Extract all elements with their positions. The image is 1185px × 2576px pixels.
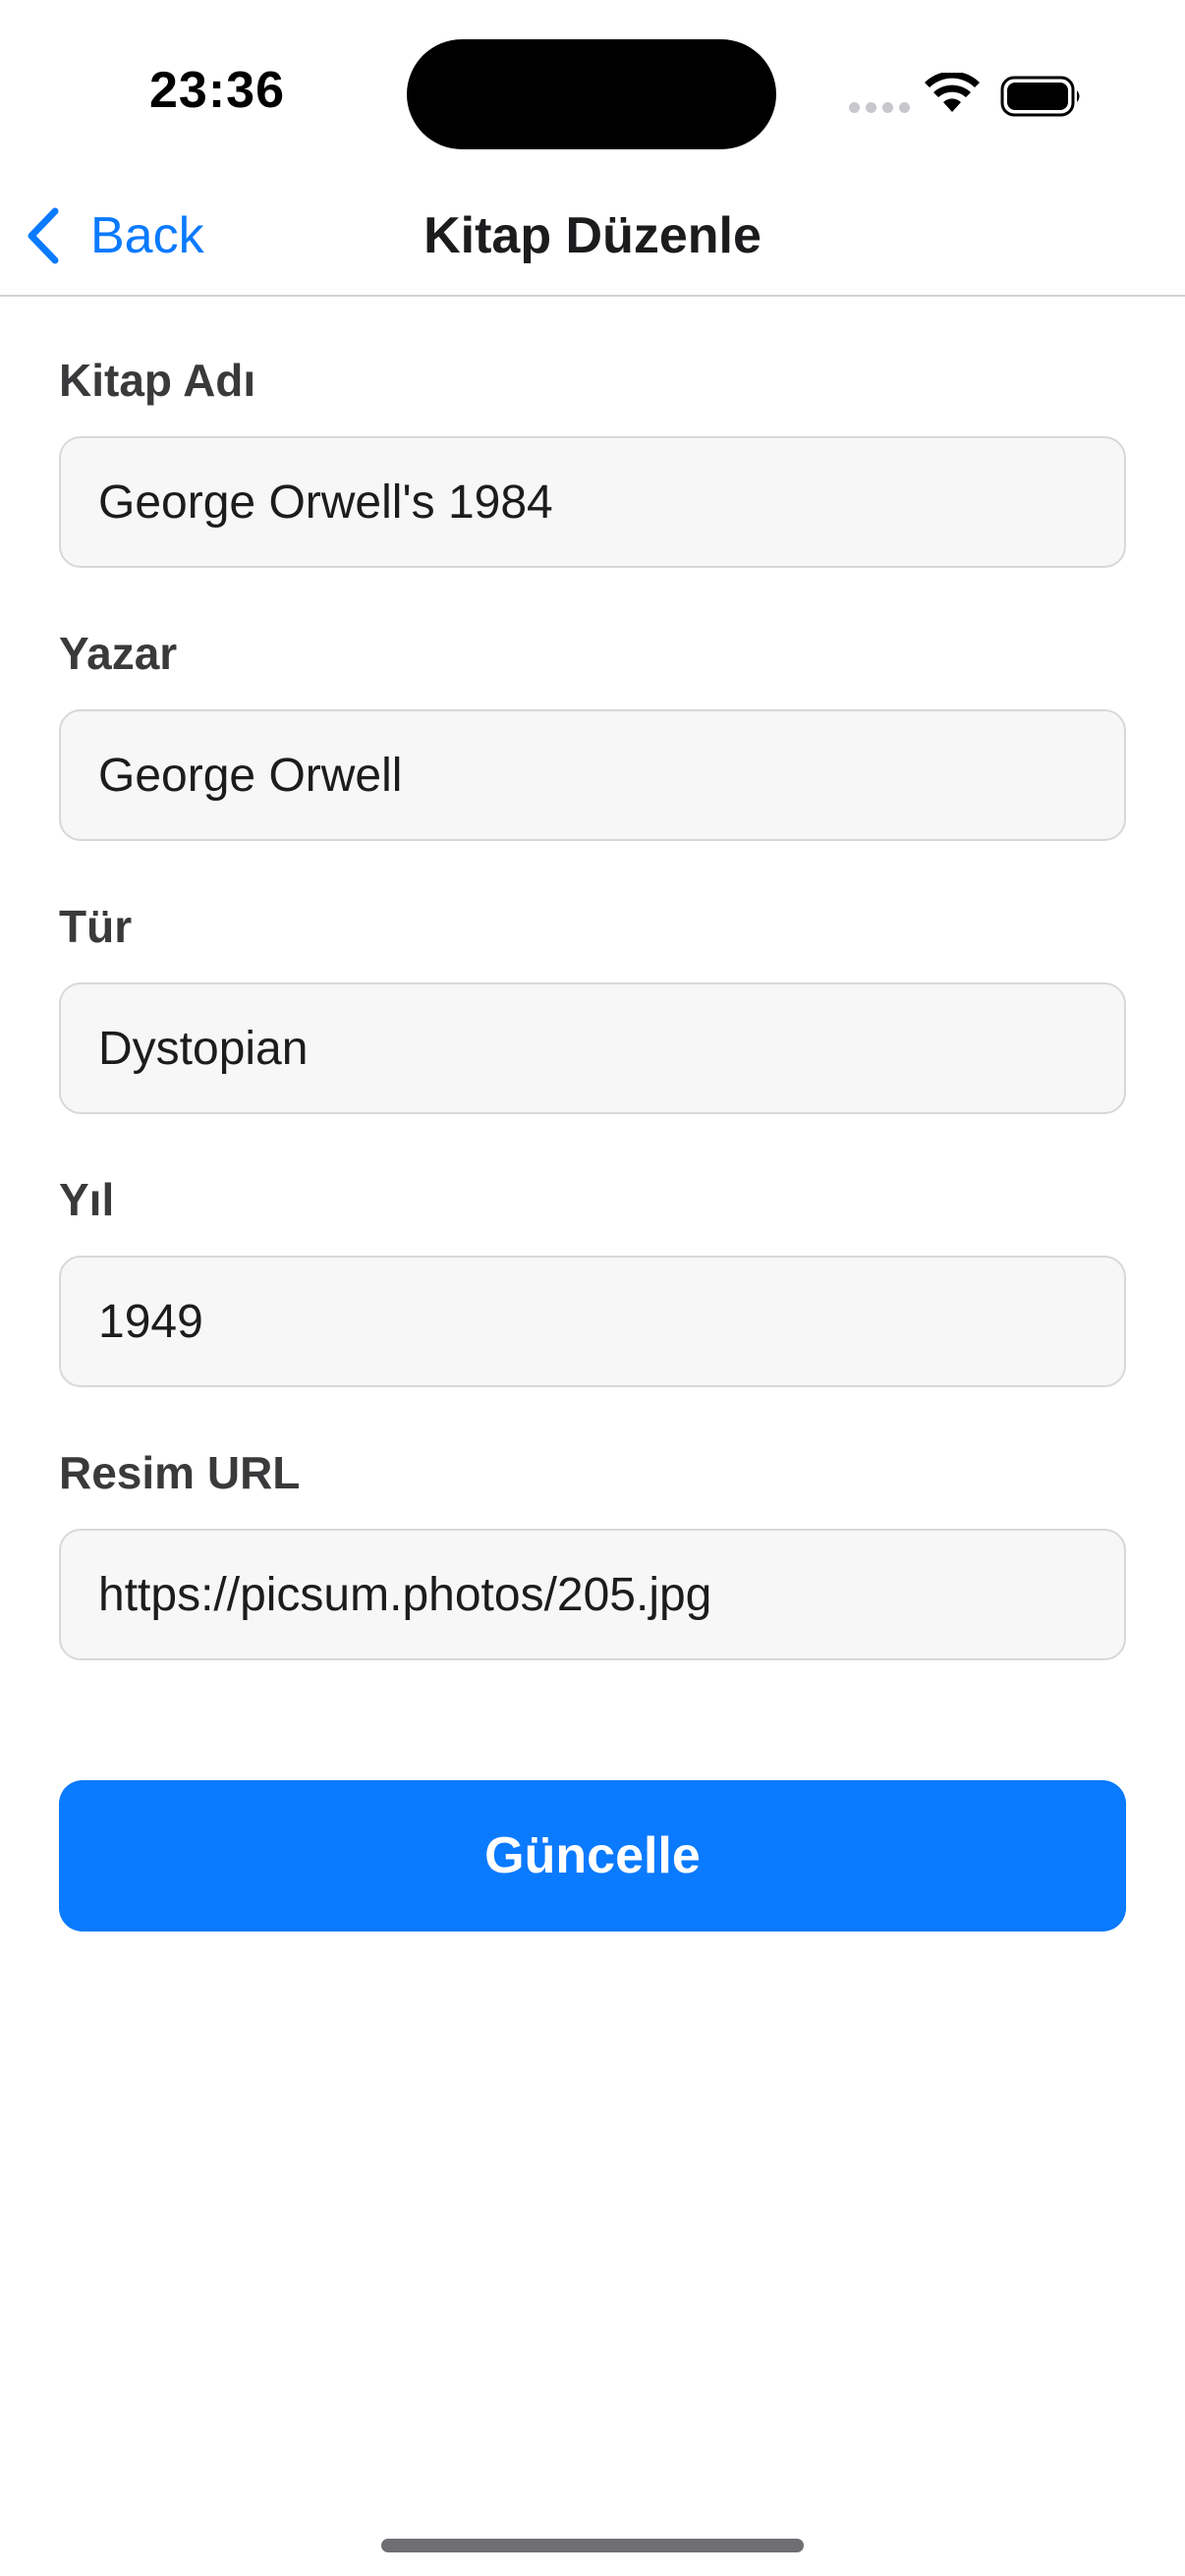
cellular-signal-icon [849, 102, 910, 114]
status-time: 23:36 [149, 62, 285, 119]
status-bar: 23:36 [0, 0, 1185, 177]
navigation-bar: Back Kitap Düzenle [0, 177, 1185, 297]
wifi-icon [925, 73, 980, 112]
update-button[interactable]: Güncelle [59, 1780, 1126, 1932]
chevron-left-icon [28, 207, 59, 264]
back-label: Back [90, 207, 204, 264]
dynamic-island [407, 39, 776, 149]
author-input[interactable] [59, 709, 1126, 841]
genre-label: Tür [59, 901, 133, 952]
author-label: Yazar [59, 628, 178, 679]
image-url-label: Resim URL [59, 1447, 301, 1498]
book-title-label: Kitap Adı [59, 355, 256, 406]
year-label: Yıl [59, 1174, 115, 1225]
back-button[interactable]: Back [24, 198, 204, 273]
image-url-input[interactable] [59, 1529, 1126, 1660]
genre-input[interactable] [59, 982, 1126, 1114]
book-title-input[interactable] [59, 436, 1126, 568]
home-indicator[interactable] [381, 2539, 804, 2552]
year-input[interactable] [59, 1256, 1126, 1387]
battery-icon [1000, 76, 1080, 117]
